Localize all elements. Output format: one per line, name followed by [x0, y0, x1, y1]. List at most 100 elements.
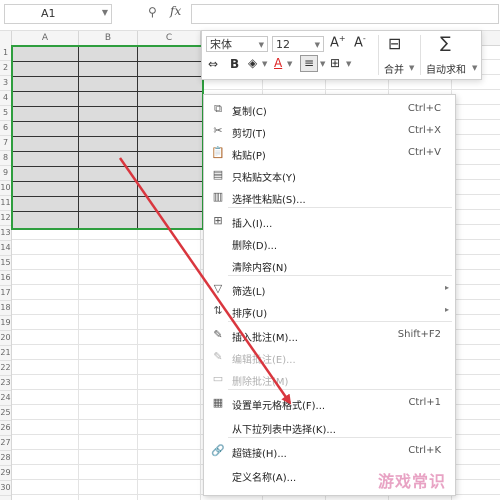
menu-item[interactable]: ▥ 选择性粘贴(S)... — [204, 187, 455, 209]
selection-column-border — [78, 47, 79, 228]
column-header-b[interactable]: B — [79, 31, 138, 45]
menu-item[interactable]: ⊞ 插入(I)... — [204, 211, 455, 233]
row-header-cell[interactable]: 9 — [0, 165, 11, 181]
select-all-corner[interactable] — [0, 31, 12, 45]
autosum-icon[interactable]: ∑ — [440, 33, 451, 52]
row-header-cell[interactable]: 17 — [0, 285, 11, 301]
menu-separator — [228, 275, 452, 276]
menu-item[interactable]: ▽ 筛选(L) ▸ — [204, 279, 455, 301]
align-center-icon[interactable]: ≡ — [300, 55, 318, 72]
menu-separator — [228, 207, 452, 208]
menu-item[interactable]: ⇅ 排序(U) ▸ — [204, 301, 455, 323]
font-name-select[interactable]: 宋体 ▼ — [206, 36, 268, 52]
chevron-down-icon[interactable]: ▼ — [320, 60, 325, 68]
formula-input[interactable] — [191, 4, 499, 24]
row-header-cell[interactable]: 11 — [0, 195, 11, 211]
decrease-font-icon[interactable]: A- — [354, 34, 366, 50]
sort-icon: ⇅ — [213, 304, 223, 317]
menu-item[interactable]: 🔗 超链接(H)... Ctrl+K — [204, 441, 455, 463]
menu-item-label: 清除内容(N) — [232, 263, 288, 274]
menu-item[interactable]: 删除(D)... — [204, 233, 455, 255]
row-header-cell[interactable]: 22 — [0, 360, 11, 376]
chevron-down-icon[interactable]: ▼ — [102, 8, 108, 17]
row-header-cell[interactable]: 4 — [0, 90, 11, 106]
row-header-cell[interactable]: 14 — [0, 240, 11, 256]
watermark: 游戏常识 — [378, 472, 447, 491]
zoom-icon[interactable]: ⚲ — [148, 5, 157, 19]
increase-font-icon[interactable]: A+ — [330, 34, 346, 50]
row-header-cell[interactable]: 15 — [0, 255, 11, 271]
autosum-label[interactable]: 自动求和 — [426, 61, 466, 76]
menu-item[interactable]: ✂ 剪切(T) Ctrl+X — [204, 121, 455, 143]
row-header-cell[interactable]: 29 — [0, 465, 11, 481]
row-header-cell[interactable]: 18 — [0, 300, 11, 316]
toolbar-divider — [378, 35, 379, 75]
edit-comment-icon: ✎ — [213, 350, 223, 363]
merge-cells-icon[interactable]: ⊟ — [388, 34, 401, 53]
chevron-down-icon[interactable]: ▼ — [346, 60, 351, 68]
align-justify-icon[interactable]: ⇔ — [208, 57, 218, 71]
row-header-cell[interactable]: 26 — [0, 420, 11, 436]
cell-reference: A1 — [41, 7, 56, 20]
selected-range[interactable] — [11, 45, 204, 230]
row-header-cell[interactable]: 3 — [0, 75, 11, 91]
chevron-down-icon[interactable]: ▼ — [472, 64, 477, 72]
row-header-cell[interactable]: 6 — [0, 120, 11, 136]
menu-item-label: 粘贴(P) — [232, 151, 266, 162]
menu-item-label: 定义名称(A)... — [232, 473, 297, 484]
menu-item[interactable]: 📋 粘贴(P) Ctrl+V — [204, 143, 455, 165]
row-header-cell[interactable]: 20 — [0, 330, 11, 346]
row-header-cell[interactable]: 13 — [0, 225, 11, 241]
chevron-down-icon[interactable]: ▼ — [409, 64, 414, 72]
chevron-down-icon[interactable]: ▼ — [262, 60, 267, 68]
fx-label[interactable]: fx — [170, 4, 181, 18]
row-header-cell[interactable]: 27 — [0, 435, 11, 451]
menu-item[interactable]: 从下拉列表中选择(K)... — [204, 417, 455, 439]
menu-item[interactable]: ▤ 只粘贴文本(Y) — [204, 165, 455, 187]
chevron-down-icon[interactable]: ▼ — [287, 60, 292, 68]
copy-icon: ⧉ — [214, 102, 222, 115]
name-box[interactable]: A1 ▼ — [4, 4, 112, 24]
chevron-down-icon: ▼ — [258, 41, 264, 49]
menu-item[interactable]: ✎ 插入批注(M)... Shift+F2 — [204, 325, 455, 347]
border-icon[interactable]: ⊞ — [330, 56, 340, 70]
menu-item-label: 选择性粘贴(S)... — [232, 195, 306, 206]
row-header-cell[interactable]: 30 — [0, 480, 11, 496]
context-menu: ⧉ 复制(C) Ctrl+C ✂ 剪切(T) Ctrl+X 📋 粘贴(P) Ctrl+V ▤ 只粘贴… — [203, 94, 456, 496]
font-color-button[interactable]: A — [274, 56, 282, 70]
row-header-cell[interactable]: 21 — [0, 345, 11, 361]
row-header-cell[interactable]: 23 — [0, 375, 11, 391]
menu-item-shortcut: Ctrl+1 — [408, 397, 441, 408]
bold-button[interactable]: B — [230, 57, 239, 71]
comment-icon: ✎ — [213, 328, 223, 341]
menu-item[interactable]: ▦ 设置单元格格式(F)... Ctrl+1 — [204, 393, 455, 415]
fill-color-icon[interactable]: ◈ — [248, 56, 257, 70]
row-header-cell[interactable]: 1 — [0, 45, 11, 61]
row-header-cell[interactable]: 16 — [0, 270, 11, 286]
row-header-cell[interactable]: 19 — [0, 315, 11, 331]
row-header-cell[interactable]: 7 — [0, 135, 11, 151]
row-header-cell[interactable]: 2 — [0, 60, 11, 76]
column-header-a[interactable]: A — [12, 31, 79, 45]
row-header-cell[interactable]: 8 — [0, 150, 11, 166]
menu-item-label: 设置单元格格式(F)... — [232, 401, 326, 412]
chevron-down-icon: ▼ — [314, 41, 320, 49]
selection-row-border — [13, 211, 202, 212]
selection-row-border — [13, 91, 202, 92]
selection-row-border — [13, 121, 202, 122]
row-header-cell[interactable]: 24 — [0, 390, 11, 406]
font-size-select[interactable]: 12 ▼ — [272, 36, 324, 52]
row-header-cell[interactable]: 12 — [0, 210, 11, 226]
selection-row-border — [13, 106, 202, 107]
merge-label[interactable]: 合并 — [384, 61, 404, 76]
menu-item[interactable]: 清除内容(N) — [204, 255, 455, 277]
selection-row-border — [13, 181, 202, 182]
selection-row-border — [13, 196, 202, 197]
row-header-cell[interactable]: 10 — [0, 180, 11, 196]
row-header-cell[interactable]: 5 — [0, 105, 11, 121]
menu-item[interactable]: ⧉ 复制(C) Ctrl+C — [204, 99, 455, 121]
row-header-cell[interactable]: 25 — [0, 405, 11, 421]
row-header-cell[interactable]: 28 — [0, 450, 11, 466]
column-header-c[interactable]: C — [138, 31, 201, 45]
font-size-value: 12 — [276, 38, 290, 51]
